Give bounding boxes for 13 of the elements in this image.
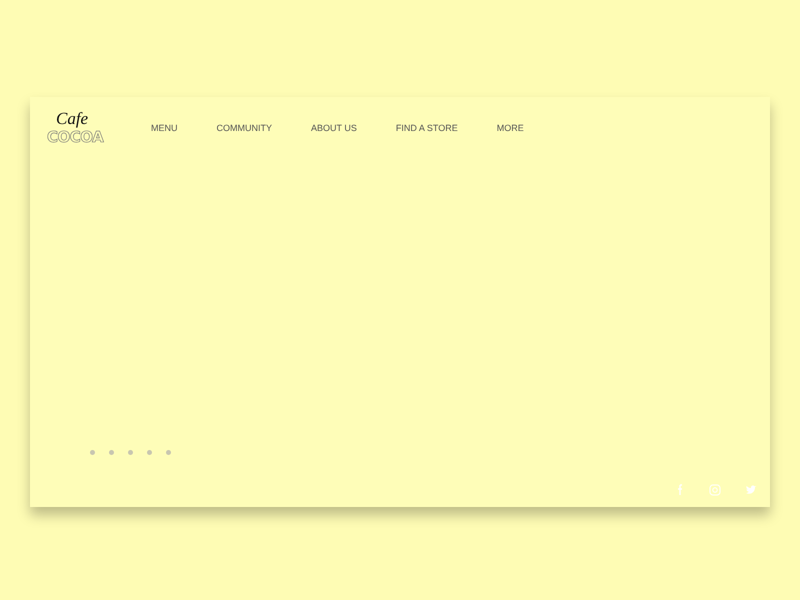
nav-link[interactable]: FIND A STORE: [396, 122, 458, 132]
slide-dot[interactable]: [128, 450, 133, 455]
nav-link[interactable]: MORE: [496, 122, 524, 132]
slide-dot[interactable]: [166, 450, 171, 455]
logo-script-text[interactable]: Cafe: [56, 109, 90, 129]
slide-dot[interactable]: [90, 450, 95, 455]
nav-link[interactable]: COMMUNITY: [216, 122, 272, 132]
camera-icon[interactable]: [708, 483, 722, 497]
logo-wordmark[interactable]: COCOA: [46, 129, 104, 146]
nav-link[interactable]: MENU: [151, 122, 178, 132]
nav-link[interactable]: ABOUT US: [311, 122, 357, 132]
slide-dot[interactable]: [109, 450, 114, 455]
slide-dot[interactable]: [147, 450, 152, 455]
